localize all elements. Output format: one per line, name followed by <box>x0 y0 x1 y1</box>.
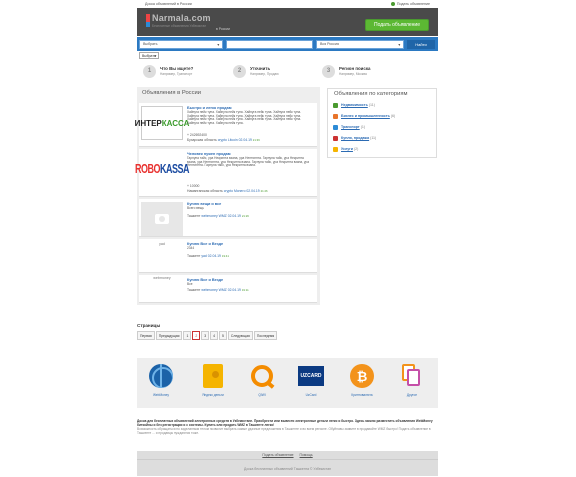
house-icon <box>333 102 338 108</box>
sidebar-item-business[interactable]: Бизнес и промышленность (6) <box>333 112 395 120</box>
category-sidebar: Объявления по категориям Недвижимость (11… <box>327 88 437 158</box>
payment-uzcard[interactable]: UZCARD UzCard <box>298 362 324 404</box>
ad-thumbnail[interactable]: webmoney <box>141 273 183 283</box>
list-item[interactable]: ИНТЕРКАССА Быстро и легко продам Хайпуга… <box>135 103 317 147</box>
page-4[interactable]: 4 <box>210 331 218 340</box>
payment-webmoney[interactable]: WebMoney <box>148 362 174 404</box>
header: Narmala.com Бесплатные объявления Узбеки… <box>137 8 438 36</box>
list-item[interactable]: Куплю вещи и все Всего вещь Ташкент webm… <box>139 199 317 237</box>
webmoney-icon <box>149 364 173 388</box>
cart-icon <box>333 135 338 141</box>
page-2[interactable]: 2 <box>192 331 201 340</box>
tools-icon <box>333 146 338 152</box>
sidebar-item-realty[interactable]: Недвижимость (11) <box>333 101 375 109</box>
page-1[interactable]: 1 <box>183 331 192 340</box>
category-select[interactable]: Выбрать ▼ <box>139 39 223 49</box>
list-item[interactable]: yad Куплю Все и Везде 2344 Ташкент yad 0… <box>139 239 317 273</box>
login-link[interactable]: Подать объявление <box>390 1 430 6</box>
ad-thumbnail[interactable]: yad <box>141 239 183 249</box>
subcategory-select[interactable]: Выбрать ▼ <box>139 52 159 59</box>
step-refine: 2 Уточнить Например, Продаю <box>233 61 279 81</box>
page-first[interactable]: Первая <box>137 331 155 340</box>
camera-icon <box>155 214 169 224</box>
ad-thumbnail[interactable]: ROBOKASSA <box>135 152 190 186</box>
logo-tagline: Бесплатные объявления Узбекистан <box>152 24 207 28</box>
qiwi-icon <box>251 365 273 387</box>
yandex-money-icon <box>203 364 223 388</box>
post-ad-button[interactable]: Подать объявление <box>365 19 429 31</box>
car-icon <box>333 124 338 130</box>
header-region: в России <box>216 27 230 31</box>
page-3[interactable]: 3 <box>201 331 210 340</box>
pagination-title: Страницы <box>137 323 161 328</box>
ads-heading: Объявления в России <box>142 90 201 96</box>
footer-link-help[interactable]: Помощь <box>300 453 313 457</box>
pagination: Первая Предыдущая 1 2 3 4 5 Следующая По… <box>137 331 278 341</box>
page-next[interactable]: Следующая <box>227 331 253 340</box>
search-bar: Выбрать ▼ Вся Россия ▼ Найти <box>137 37 438 51</box>
step-what: 1 Что Вы ищете? Например, Транспорт <box>143 61 193 81</box>
other-cards-icon <box>402 364 422 388</box>
chevron-down-icon: ▼ <box>216 42 220 47</box>
user-icon <box>390 1 395 6</box>
payment-other[interactable]: Другое <box>399 362 425 404</box>
search-input[interactable] <box>226 39 313 49</box>
region-select[interactable]: Вся Россия ▼ <box>316 39 404 49</box>
footer: Подать объявление Помощь Доска бесплатных… <box>137 451 438 476</box>
sidebar-item-services[interactable]: Услуги (2) <box>333 145 358 153</box>
list-item[interactable]: webmoney Куплю Все и Везде Все Ташкент w… <box>139 275 317 303</box>
search-steps: 1 Что Вы ищете? Например, Транспорт 2 Уто… <box>137 61 438 81</box>
page-5[interactable]: 5 <box>219 331 227 340</box>
ads-list: Объявления в России ИНТЕРКАССА Быстро и … <box>135 87 320 305</box>
sidebar-heading: Объявления по категориям <box>334 91 408 97</box>
logo-name: Narmala.com <box>152 13 211 23</box>
ad-thumbnail[interactable] <box>141 202 183 236</box>
payment-crypto[interactable]: ₿ Криптовалюта <box>349 362 375 404</box>
chevron-down-icon: ▼ <box>397 42 401 47</box>
find-button[interactable]: Найти <box>407 39 435 49</box>
site-title: Доска объявлений в России <box>145 1 192 6</box>
step-region: 3 Регион поиска Например, Москва <box>322 61 370 81</box>
bitcoin-icon: ₿ <box>350 364 374 388</box>
footer-link-post[interactable]: Подать объявление <box>262 453 293 457</box>
page-prev[interactable]: Предыдущая <box>155 331 183 340</box>
logo[interactable]: Narmala.com Бесплатные объявления Узбеки… <box>146 13 211 30</box>
top-bar: Доска объявлений в России Подать объявле… <box>137 0 438 7</box>
page: Доска объявлений в России Подать объявле… <box>135 0 438 477</box>
list-item[interactable]: ROBOKASSA Человек нужен продам Гарпуна т… <box>135 149 317 197</box>
chevron-down-icon: ▼ <box>154 53 157 58</box>
page-last[interactable]: Последняя <box>253 331 278 340</box>
sidebar-item-trade[interactable]: Купля, продажа (11) <box>333 134 376 142</box>
ad-thumbnail[interactable]: ИНТЕРКАССА <box>135 106 189 140</box>
payment-methods: WebMoney Яндекс деньги QIWI UZCARD UzCard… <box>137 358 438 408</box>
uzcard-icon: UZCARD <box>298 366 324 386</box>
site-description: Доска для бесплатных объявлений электрон… <box>137 419 433 435</box>
payment-yandex[interactable]: Яндекс деньги <box>200 362 226 404</box>
sidebar-item-transport[interactable]: Транспорт (1) <box>333 123 365 131</box>
payment-qiwi[interactable]: QIWI <box>249 362 275 404</box>
factory-icon <box>333 113 338 119</box>
copyright: Доска бесплатных объявлений Ташкента © У… <box>244 467 331 471</box>
